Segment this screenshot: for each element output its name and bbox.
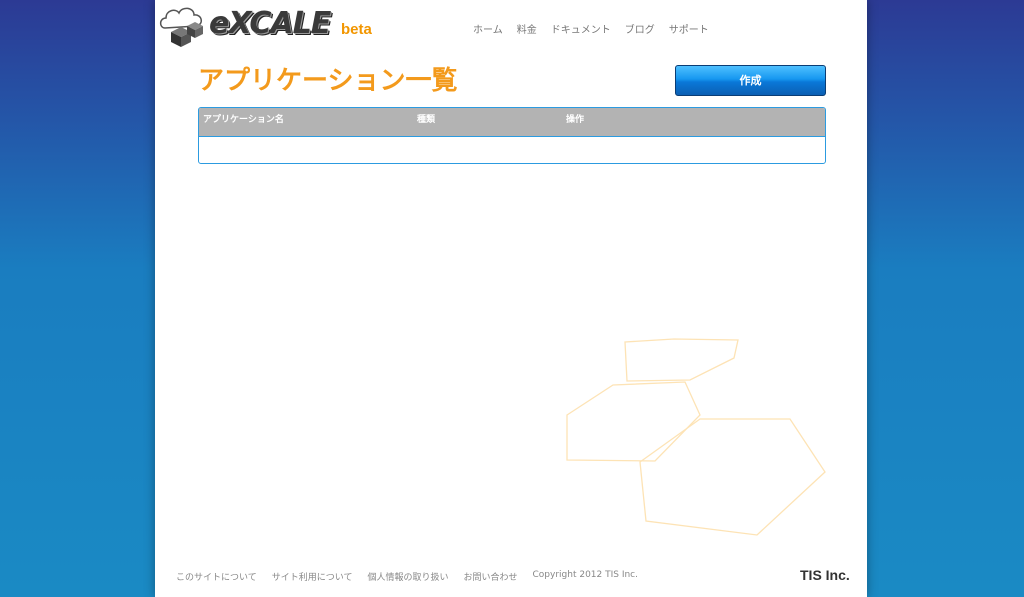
footer-privacy-link[interactable]: 個人情報の取り扱い (367, 570, 448, 583)
column-header-app-name: アプリケーション名 (203, 115, 284, 125)
footer-about-link[interactable]: このサイトについて (176, 570, 257, 583)
footer-copyright: Copyright 2012 TIS Inc. (532, 570, 639, 580)
page-container: eXCALE beta ホーム 料金 ドキュメント ブログ サポート アプリケー… (155, 0, 867, 597)
column-header-actions: 操作 (566, 115, 585, 125)
hexagon-decoration-icon (566, 338, 826, 536)
excale-logo[interactable]: eXCALE beta (157, 2, 377, 48)
footer-contact-link[interactable]: お問い合わせ (463, 570, 517, 583)
application-table: アプリケーション名 種類 操作 (198, 107, 826, 164)
nav-blog[interactable]: ブログ (625, 21, 655, 36)
nav-pricing[interactable]: 料金 (517, 21, 537, 36)
logo-wordmark: eXCALE (209, 6, 331, 41)
table-body (199, 137, 825, 163)
footer: このサイトについて サイト利用について 個人情報の取り扱い お問い合わせ Cop… (176, 570, 638, 583)
nav-home[interactable]: ホーム (473, 21, 503, 36)
top-nav: ホーム 料金 ドキュメント ブログ サポート (473, 21, 709, 36)
footer-terms-link[interactable]: サイト利用について (272, 570, 353, 583)
page-title: アプリケーション一覧 (198, 66, 458, 96)
cloud-cube-icon (159, 7, 203, 47)
nav-support[interactable]: サポート (669, 21, 709, 36)
create-button[interactable]: 作成 (675, 65, 826, 96)
table-header: アプリケーション名 種類 操作 (199, 108, 825, 137)
logo-beta-badge: beta (341, 21, 372, 38)
nav-docs[interactable]: ドキュメント (551, 21, 611, 36)
column-header-type: 種類 (417, 115, 436, 125)
tis-logo[interactable]: TIS Inc. (800, 567, 850, 583)
